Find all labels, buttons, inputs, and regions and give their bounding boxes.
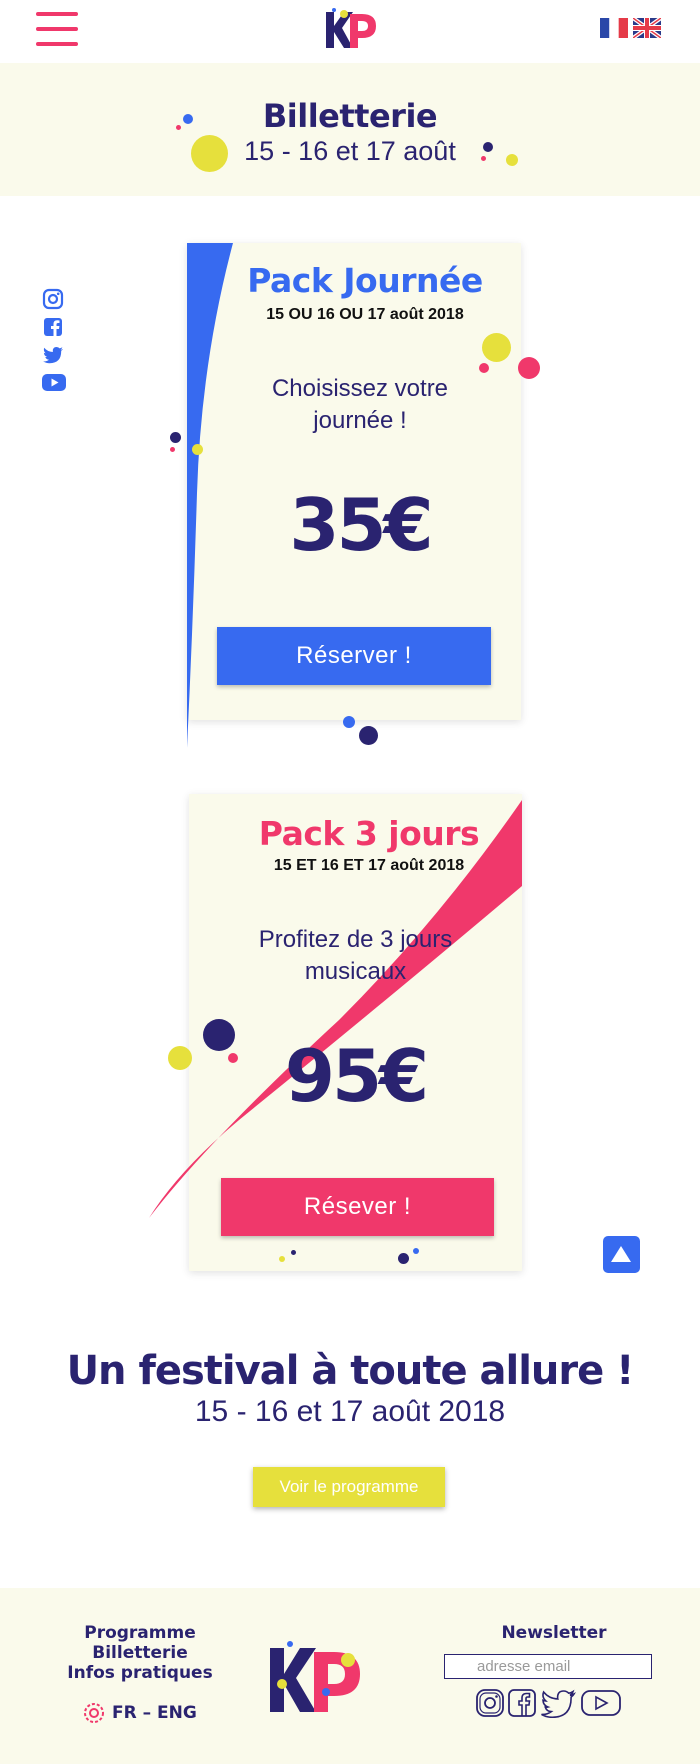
page-title: Billetterie: [262, 97, 438, 135]
hamburger-menu-icon[interactable]: [36, 12, 78, 46]
footer-youtube-icon[interactable]: [580, 1688, 622, 1718]
decor-dot: [483, 142, 493, 152]
uk-flag-icon[interactable]: [633, 18, 661, 38]
decor-dot: [228, 1053, 238, 1063]
pack-title: Pack Journée: [247, 261, 483, 300]
footer-instagram-icon[interactable]: [475, 1688, 505, 1718]
pack-description-line1: Profitez de 3 jours: [258, 926, 453, 953]
view-program-button[interactable]: Voir le programme: [253, 1467, 445, 1507]
newsletter-email-input[interactable]: [444, 1654, 652, 1679]
decor-dot: [183, 114, 193, 124]
decor-dot: [506, 154, 518, 166]
decor-dot: [413, 1248, 419, 1254]
decor-dot: [359, 726, 378, 745]
decor-dot: [398, 1253, 409, 1264]
arrow-up-icon: [611, 1246, 631, 1262]
footer-facebook-icon[interactable]: [507, 1688, 537, 1718]
pack-price: 95€: [284, 1034, 429, 1118]
pack-description-line1: Choisissez votre: [271, 375, 449, 402]
pink-swoosh-decoration: [149, 800, 522, 1218]
pack-journee-card: Pack Journée 15 OU 16 OU 17 août 2018 Ch…: [187, 243, 521, 748]
french-flag-icon[interactable]: [600, 18, 628, 38]
instagram-icon[interactable]: [42, 288, 64, 310]
top-bar: [0, 0, 700, 63]
footer: Programme Billetterie Infos pratiques FR…: [0, 1588, 700, 1764]
festival-dates: 15 - 16 et 17 août 2018: [194, 1395, 506, 1428]
page-dates: 15 - 16 et 17 août: [244, 136, 456, 166]
decor-dot: [518, 357, 540, 379]
pack-description-line2: musicaux: [304, 958, 407, 985]
decor-dot: [176, 125, 181, 130]
decor-dot: [479, 363, 489, 373]
decor-dot: [482, 333, 511, 362]
pack-3-jours-card: Pack 3 jours 15 ET 16 ET 17 août 2018 Pr…: [149, 794, 522, 1271]
decor-dot: [481, 156, 486, 161]
facebook-icon[interactable]: [42, 316, 64, 338]
reserve-button[interactable]: Réserver !: [217, 627, 491, 685]
footer-link-infos-pratiques[interactable]: Infos pratiques: [50, 1663, 230, 1683]
language-switch[interactable]: FR – ENG: [112, 1703, 197, 1723]
reserve-button[interactable]: Résever !: [221, 1178, 494, 1236]
footer-link-billetterie[interactable]: Billetterie: [50, 1643, 230, 1663]
decor-dot: [192, 444, 203, 455]
decor-dot: [168, 1046, 192, 1070]
twitter-icon[interactable]: [42, 344, 64, 366]
pack-date: 15 OU 16 OU 17 août 2018: [266, 306, 464, 323]
decor-dot: [191, 135, 228, 172]
newsletter-title: Newsletter: [501, 1623, 607, 1643]
footer-twitter-icon[interactable]: [540, 1688, 576, 1718]
ticketing-header-band: Billetterie 15 - 16 et 17 août: [0, 63, 700, 196]
footer-kp-logo[interactable]: [268, 1640, 368, 1720]
flower-icon: [84, 1703, 104, 1723]
decor-dot: [343, 716, 355, 728]
pack-price: 35€: [289, 483, 433, 567]
festival-title: Un festival à toute allure !: [66, 1348, 635, 1394]
decor-dot: [170, 447, 175, 452]
decor-dot: [203, 1019, 235, 1051]
back-to-top-button[interactable]: [603, 1236, 640, 1273]
pack-description-line2: journée !: [313, 407, 407, 434]
decor-dot: [279, 1256, 285, 1262]
decor-dot: [291, 1250, 296, 1255]
decor-dot: [170, 432, 181, 443]
youtube-icon[interactable]: [42, 371, 66, 393]
footer-link-programme[interactable]: Programme: [50, 1623, 230, 1643]
kp-logo[interactable]: [324, 8, 378, 52]
